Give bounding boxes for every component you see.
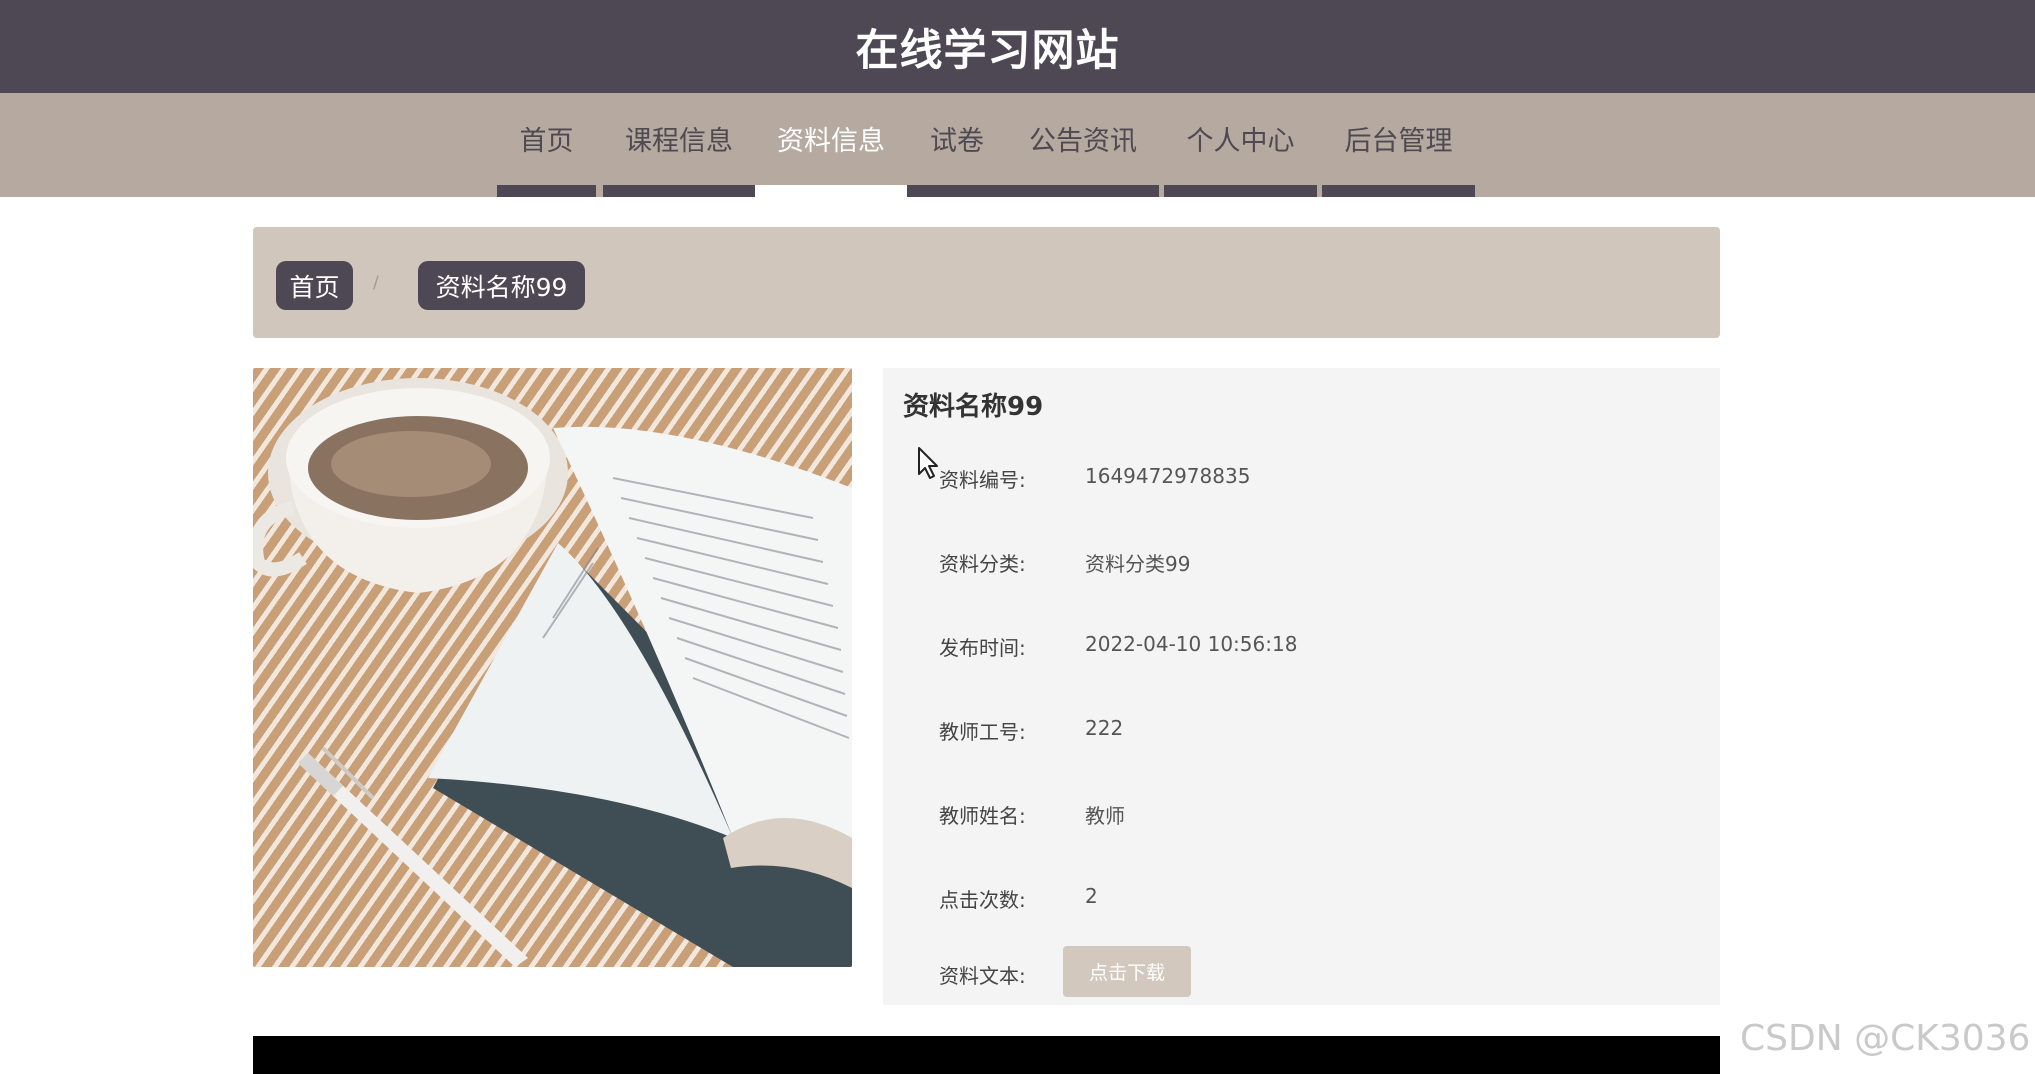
nav-item-home[interactable]: 首页	[497, 93, 596, 197]
material-detail-panel: 资料名称99 资料编号: 1649472978835 资料分类: 资料分类99 …	[883, 368, 1720, 1005]
field-label-click-count: 点击次数:	[939, 888, 1026, 912]
field-value-click-count: 2	[1085, 884, 1098, 908]
field-value-id: 1649472978835	[1085, 464, 1251, 488]
field-label-teacher-name: 教师姓名:	[939, 804, 1026, 828]
download-button[interactable]: 点击下载	[1063, 946, 1191, 997]
breadcrumb: 首页 / 资料名称99	[253, 227, 1720, 338]
field-label-teacher-id: 教师工号:	[939, 720, 1026, 744]
field-label-id: 资料编号:	[939, 468, 1026, 492]
nav-underline	[907, 185, 1007, 197]
nav-underline	[1164, 185, 1317, 197]
nav-underline	[1322, 185, 1475, 197]
site-header: 在线学习网站	[0, 0, 2035, 93]
cover-illustration	[253, 378, 852, 967]
field-value-publish-time: 2022-04-10 10:56:18	[1085, 632, 1298, 656]
material-cover-image	[253, 368, 852, 967]
footer-bar	[253, 1036, 1720, 1074]
site-title: 在线学习网站	[855, 25, 1120, 76]
field-label-category: 资料分类:	[939, 552, 1026, 576]
nav-item-exams[interactable]: 试卷	[907, 93, 1007, 197]
nav-underline	[1007, 185, 1159, 197]
material-title: 资料名称99	[903, 392, 1044, 422]
nav-item-materials[interactable]: 资料信息	[755, 93, 907, 199]
nav-item-courses[interactable]: 课程信息	[603, 93, 755, 197]
field-label-publish-time: 发布时间:	[939, 636, 1026, 660]
nav-item-admin[interactable]: 后台管理	[1322, 93, 1475, 197]
breadcrumb-separator: /	[373, 273, 379, 293]
field-value-teacher-id: 222	[1085, 716, 1124, 740]
breadcrumb-current: 资料名称99	[418, 261, 585, 310]
main-nav: 首页 课程信息 资料信息 试卷 公告资讯 个人中心 后台管理	[0, 93, 2035, 199]
watermark: CSDN @CK3036	[1740, 1018, 2031, 1059]
mouse-cursor-icon	[918, 447, 938, 479]
nav-underline	[603, 185, 755, 197]
field-value-category: 资料分类99	[1085, 552, 1191, 576]
nav-underline	[497, 185, 596, 197]
field-label-file: 资料文本:	[939, 964, 1026, 988]
nav-item-announcements[interactable]: 公告资讯	[1007, 93, 1159, 197]
breadcrumb-home[interactable]: 首页	[276, 261, 353, 310]
nav-underline	[755, 185, 907, 199]
field-value-teacher-name: 教师	[1085, 804, 1125, 828]
page: 在线学习网站 首页 课程信息 资料信息 试卷 公告资讯 个人中心 后台管理 首页…	[0, 0, 2035, 1074]
nav-item-profile[interactable]: 个人中心	[1164, 93, 1317, 197]
